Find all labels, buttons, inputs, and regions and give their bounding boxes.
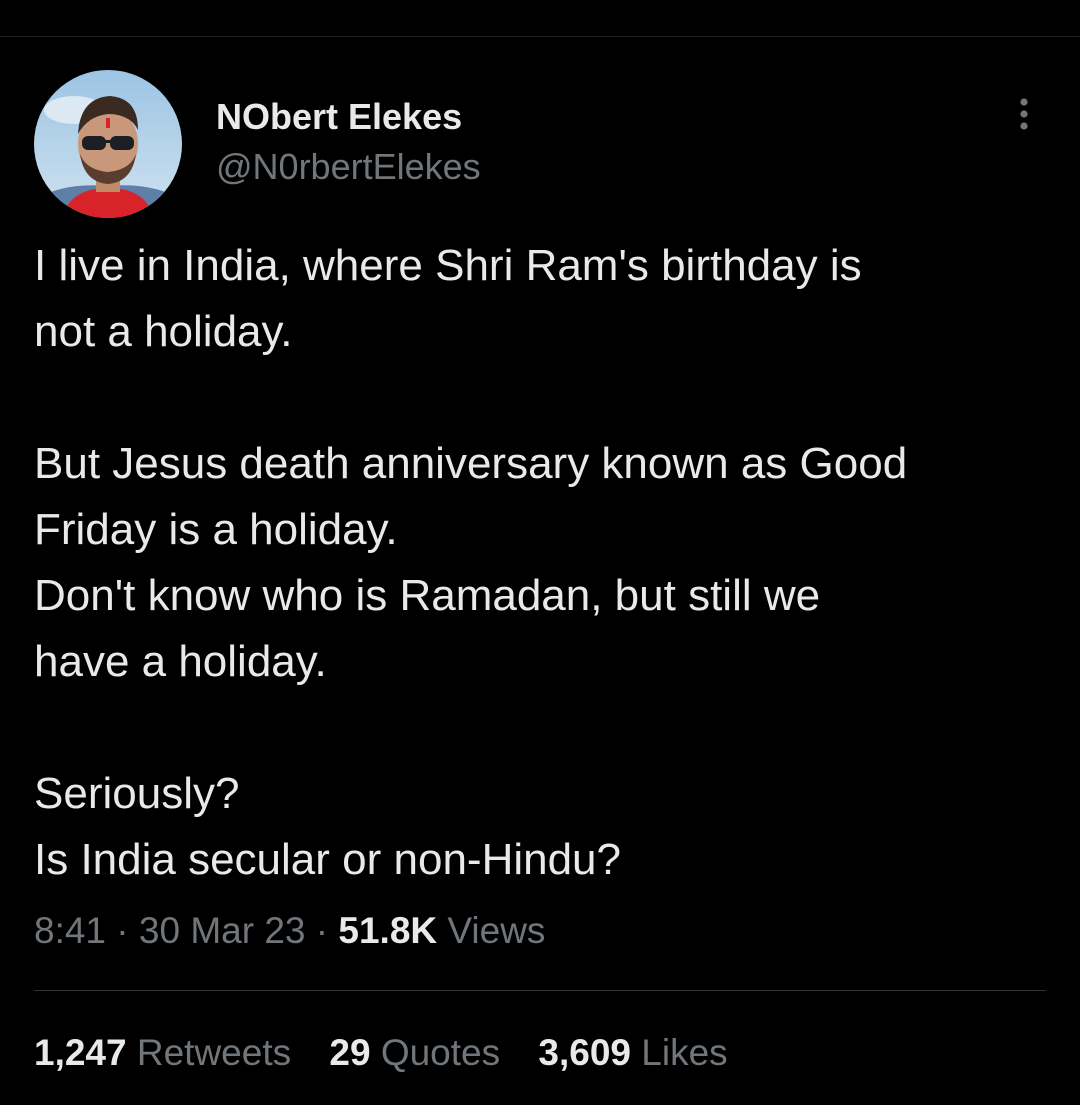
top-divider: [0, 36, 1080, 37]
quotes-count: 29: [329, 1032, 371, 1073]
engagement-stats: 1,247 Retweets 29 Quotes 3,609 Likes: [34, 1032, 756, 1074]
views-count: 51.8K: [338, 910, 438, 951]
views-label: Views: [447, 910, 546, 951]
meta-separator: ·: [315, 910, 329, 951]
tweet-time[interactable]: 8:41: [34, 910, 106, 951]
more-vertical-icon: [1020, 98, 1028, 130]
avatar-photo: [34, 70, 182, 218]
meta-separator: ·: [116, 910, 129, 951]
stats-divider: [34, 990, 1046, 991]
avatar[interactable]: [34, 70, 182, 218]
tweet-date[interactable]: 30 Mar 23: [139, 910, 306, 951]
quotes-label: Quotes: [380, 1032, 501, 1073]
more-options-button[interactable]: [1008, 96, 1040, 136]
tweet-text: I live in India, where Shri Ram's birthd…: [34, 241, 908, 884]
author-handle[interactable]: @N0rbertElekes: [216, 146, 481, 188]
retweets-label: Retweets: [136, 1032, 292, 1073]
retweets-stat[interactable]: 1,247 Retweets: [34, 1032, 291, 1073]
author-name[interactable]: NObert Elekes: [216, 96, 462, 138]
retweets-count: 1,247: [34, 1032, 127, 1073]
likes-label: Likes: [641, 1032, 728, 1073]
likes-count: 3,609: [538, 1032, 631, 1073]
quotes-stat[interactable]: 29 Quotes: [329, 1032, 500, 1073]
tweet-meta: 8:41 · 30 Mar 23 · 51.8K Views: [34, 910, 545, 952]
likes-stat[interactable]: 3,609 Likes: [538, 1032, 727, 1073]
